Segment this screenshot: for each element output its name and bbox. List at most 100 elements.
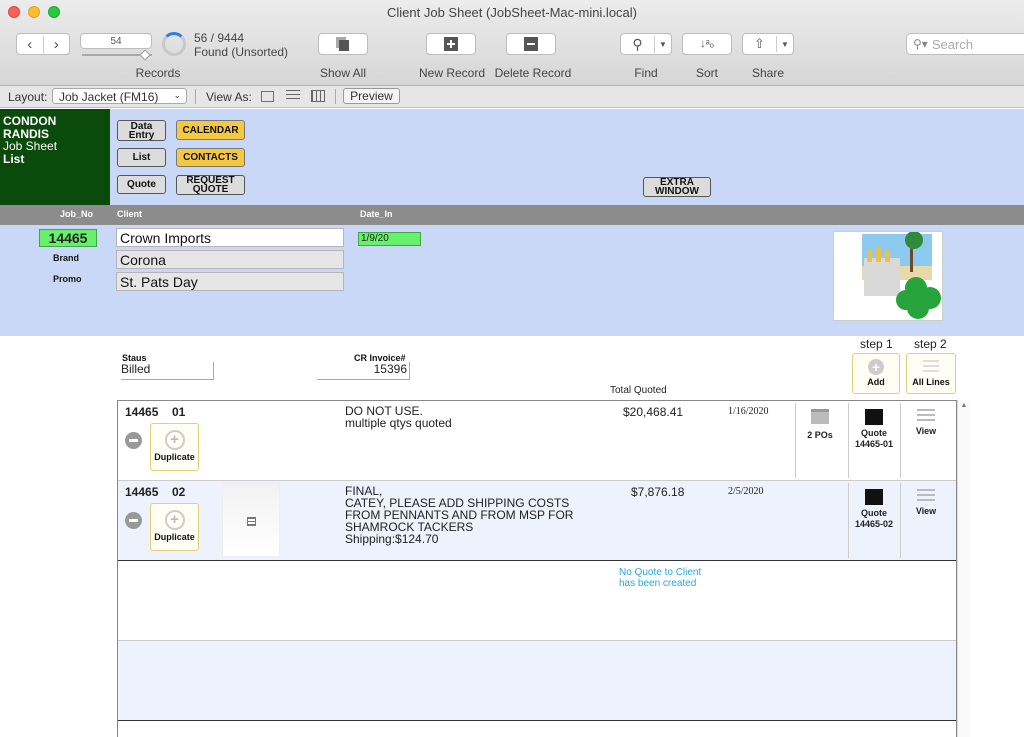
quote-button[interactable]: Quote (117, 175, 166, 194)
quote-description[interactable]: FINAL, CATEY, PLEASE ADD SHIPPING COSTS … (345, 485, 573, 545)
duplicate-button[interactable]: + Duplicate (150, 423, 199, 471)
scroll-up-icon[interactable]: ▲ (958, 402, 970, 409)
status-field[interactable]: Billed (121, 362, 214, 380)
remove-line-button[interactable] (125, 512, 142, 529)
list-button[interactable]: List (117, 148, 166, 167)
quote-doc-label: Quote (861, 508, 887, 518)
calendar-button[interactable]: CALENDAR (176, 120, 245, 140)
extra-window-button[interactable]: EXTRA WINDOW (643, 177, 711, 197)
list-icon (917, 489, 935, 503)
notice-line-1: No Quote to Client (619, 567, 702, 578)
share-button[interactable]: ⇧ ▼ (742, 33, 794, 55)
quote-row[interactable]: 14465 01 + Duplicate DO NOT USE. multipl… (118, 401, 956, 481)
quote-amount: $20,468.41 (623, 405, 684, 419)
quote-doc-button[interactable]: Quote 14465-02 (849, 489, 899, 539)
quote-job: 14465 (125, 405, 159, 419)
view-label: View (915, 426, 937, 436)
form-view-icon[interactable] (261, 91, 274, 102)
plus-circle-icon: + (164, 430, 185, 450)
table-view-icon[interactable] (311, 90, 325, 102)
step2-label: step 2 (914, 337, 947, 351)
pos-button[interactable]: 2 POs (796, 409, 844, 459)
quote-row[interactable]: 14465 02 + Duplicate FINAL, CATEY, PLEAS… (118, 481, 956, 560)
show-all-button[interactable] (318, 33, 368, 55)
chevron-down-icon[interactable]: ▼ (777, 40, 793, 49)
data-entry-button[interactable]: Data Entry (117, 120, 166, 141)
job-number-field[interactable]: 14465 (39, 229, 97, 247)
previous-record-button[interactable]: ‹ (17, 35, 44, 53)
search-input[interactable]: ⚲▾ Search (906, 33, 1024, 55)
pos-icon (811, 409, 829, 424)
quote-doc-id: 14465-02 (854, 519, 894, 529)
product-image[interactable] (833, 231, 943, 321)
all-lines-button[interactable]: All Lines (906, 353, 956, 394)
logo-line-4: List (3, 151, 25, 166)
divider (900, 483, 901, 558)
record-number-input[interactable]: 54 (80, 33, 152, 49)
col-date-in: Date_In (360, 209, 393, 219)
minus-square-icon (524, 37, 538, 51)
records-label: Records (135, 66, 181, 80)
date-in-field[interactable]: 1/9/20 (358, 232, 421, 246)
delete-record-button[interactable] (506, 33, 556, 55)
layout-label: Layout: (8, 90, 48, 104)
plus-square-icon (444, 37, 458, 51)
brand-field[interactable]: Corona (116, 250, 344, 269)
preview-button[interactable]: Preview (343, 88, 400, 104)
view-button[interactable]: View (903, 409, 949, 449)
quote-amount: $7,876.18 (631, 485, 685, 499)
add-label: Add (867, 377, 885, 387)
chevron-down-icon: ⌄ (173, 90, 181, 100)
quote-doc-button[interactable]: Quote 14465-01 (849, 409, 899, 459)
contacts-button[interactable]: CONTACTS (176, 148, 245, 167)
layout-select[interactable]: Job Jacket (FM16) ⌄ (52, 88, 187, 104)
found-progress-icon (162, 32, 186, 56)
view-button[interactable]: View (903, 489, 949, 529)
next-record-button[interactable]: › (44, 36, 70, 53)
step1-label: step 1 (860, 337, 893, 351)
portal-scrollbar[interactable]: ▲ (957, 400, 970, 737)
quote-line: 02 (172, 485, 186, 499)
add-quote-button[interactable]: + Add (852, 353, 900, 394)
request-quote-button[interactable]: REQUEST QUOTE (176, 175, 245, 195)
quote-line: 01 (172, 405, 186, 419)
quote-doc-label: Quote (861, 428, 887, 438)
col-job-no: Job_No (60, 209, 94, 219)
list-view-icon[interactable] (286, 90, 300, 102)
duplicate-button[interactable]: + Duplicate (150, 503, 199, 551)
total-quoted-label: Total Quoted (610, 385, 667, 396)
quote-doc-icon (865, 409, 883, 425)
found-state: Found (Unsorted) (194, 45, 289, 59)
find-button[interactable]: ⚲ ▼ (620, 33, 672, 55)
company-logo: CONDON RANDIS Job Sheet List (0, 109, 110, 205)
view-as-label: View As: (206, 90, 252, 104)
duplicate-label: Duplicate (154, 532, 195, 542)
quote-description[interactable]: DO NOT USE. multiple qtys quoted (345, 405, 452, 429)
column-header-bar: Job_No Client Date_In (0, 205, 1024, 225)
window-title: Client Job Sheet (JobSheet-Mac-mini.loca… (387, 5, 637, 20)
record-slider-thumb[interactable] (139, 49, 151, 61)
promo-field[interactable]: St. Pats Day (116, 272, 344, 291)
new-record-button[interactable] (426, 33, 476, 55)
view-label: View (915, 506, 937, 516)
invoice-field[interactable]: 15396 (317, 362, 410, 380)
remove-line-button[interactable] (125, 432, 142, 449)
quote-doc-icon (865, 489, 883, 505)
line-thumbnail[interactable] (222, 483, 280, 557)
sort-button[interactable]: ↓ᵃₒ (682, 33, 732, 55)
plus-circle-icon: + (868, 359, 884, 375)
row-divider (118, 720, 956, 721)
chevron-down-icon[interactable]: ▼ (655, 40, 671, 49)
all-lines-label: All Lines (912, 377, 950, 387)
promo-label: Promo (53, 274, 82, 284)
search-icon: ⚲▾ (913, 37, 928, 51)
new-record-label: New Record (418, 66, 486, 80)
record-nav: ‹ › (16, 33, 70, 55)
quote-date: 1/16/2020 (728, 406, 769, 417)
lines-icon (923, 360, 939, 374)
plus-circle-icon: + (164, 510, 185, 530)
logo-line-3: Job Sheet (3, 139, 58, 153)
show-all-label: Show All (319, 66, 367, 80)
client-field[interactable]: Crown Imports (116, 228, 344, 247)
magnifier-icon: ⚲ (621, 35, 655, 53)
